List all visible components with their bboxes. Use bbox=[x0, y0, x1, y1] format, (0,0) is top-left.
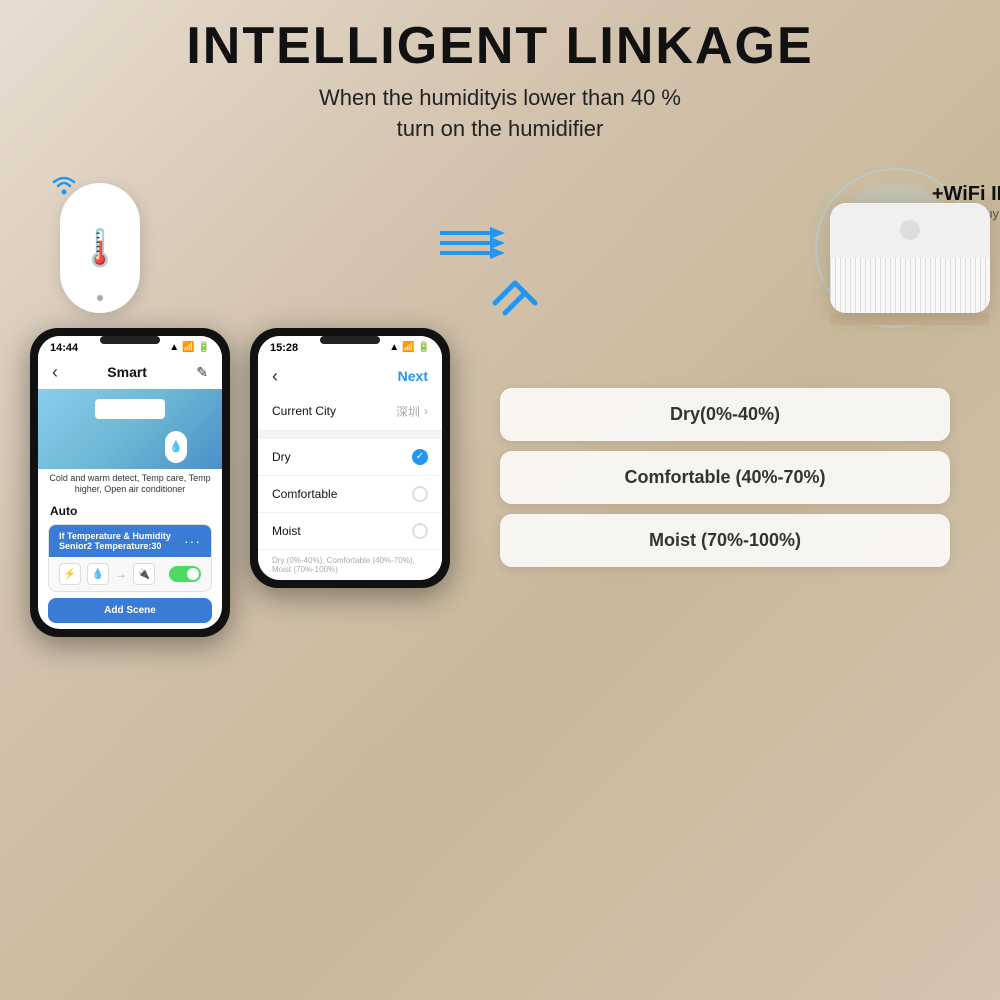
smart-speaker bbox=[830, 203, 990, 313]
phone-2: 15:28 ▲ 📶 🔋 ‹ Next Current City bbox=[250, 328, 450, 588]
phone-2-status-icons: ▲ 📶 🔋 bbox=[389, 342, 430, 353]
current-city-row[interactable]: Current City 深圳 › bbox=[258, 393, 442, 431]
phone-2-time: 15:28 bbox=[270, 342, 298, 354]
toggle-switch[interactable] bbox=[169, 566, 201, 582]
info-card-dry: Dry(0%-40%) bbox=[500, 388, 950, 441]
main-content: INTELLIGENT LINKAGE When the humidityis … bbox=[0, 0, 1000, 1000]
comfortable-option[interactable]: Comfortable bbox=[258, 476, 442, 513]
dry-radio-checked: ✓ bbox=[412, 449, 428, 465]
arrow-connector bbox=[440, 223, 530, 263]
outlet-icon-box: 🔌 bbox=[133, 563, 155, 585]
speaker-top bbox=[830, 203, 990, 258]
smart-speaker-shelf bbox=[830, 203, 990, 325]
comfortable-range-text: Comfortable (40%-70%) bbox=[520, 467, 930, 488]
dry-label: Dry bbox=[272, 450, 291, 464]
current-city-label: Current City bbox=[272, 404, 336, 418]
automation-header: If Temperature & Humidity Senior2 Temper… bbox=[49, 525, 211, 557]
right-info-panel: Dry(0%-40%) Comfortable (40%-70%) Moist … bbox=[470, 328, 970, 567]
dots-menu[interactable]: ··· bbox=[184, 533, 201, 549]
moist-range-text: Moist (70%-100%) bbox=[520, 530, 930, 551]
moist-label: Moist bbox=[272, 524, 301, 538]
phone-2-notch bbox=[320, 336, 380, 344]
header-section: INTELLIGENT LINKAGE When the humidityis … bbox=[0, 0, 1000, 153]
thermometer-icon: 🌡️ bbox=[78, 227, 123, 269]
add-scene-button[interactable]: Add Scene bbox=[48, 598, 212, 623]
phone-1-notch bbox=[100, 336, 160, 344]
phone-2-nav: ‹ Next bbox=[258, 358, 442, 393]
sensor-device: 🌡️ bbox=[60, 183, 140, 313]
phones-section: 14:44 ▲ 📶 🔋 ‹ Smart ✎ 💧 bbox=[0, 313, 1000, 637]
sensor-indicator bbox=[97, 295, 103, 301]
phone-2-back[interactable]: ‹ bbox=[272, 366, 278, 387]
moist-radio bbox=[412, 523, 428, 539]
phone-1-auto-label: Auto bbox=[38, 500, 222, 520]
phone-1-caption: Cold and warm detect, Temp care, Temp hi… bbox=[38, 469, 222, 500]
automation-title: If Temperature & Humidity Senior2 Temper… bbox=[59, 531, 184, 551]
phone-1-edit[interactable]: ✎ bbox=[196, 364, 208, 381]
phone-1-nav: ‹ Smart ✎ bbox=[38, 358, 222, 389]
page-title: INTELLIGENT LINKAGE bbox=[20, 18, 980, 75]
phone-1: 14:44 ▲ 📶 🔋 ‹ Smart ✎ 💧 bbox=[30, 328, 230, 637]
speaker-button bbox=[900, 220, 920, 240]
list-divider bbox=[258, 431, 442, 439]
middle-section: 🌡️ +WiFi IR Remote (please b bbox=[0, 153, 1000, 313]
phone-1-back[interactable]: ‹ bbox=[52, 362, 58, 383]
chevron-right-icon: › bbox=[424, 404, 428, 418]
decorative-arrows bbox=[490, 273, 540, 328]
dry-option[interactable]: Dry ✓ bbox=[258, 439, 442, 476]
humidity-hint: Dry (0%-40%), Comfortable (40%-70%), Moi… bbox=[258, 550, 442, 580]
moist-option[interactable]: Moist bbox=[258, 513, 442, 550]
spacer-top bbox=[500, 348, 950, 378]
subtitle-text: When the humidityis lower than 40 % turn… bbox=[20, 83, 980, 145]
phone-1-time: 14:44 bbox=[50, 342, 78, 354]
automation-body: ⚡ 💧 → 🔌 bbox=[49, 557, 211, 591]
water-icon-box: 💧 bbox=[87, 563, 109, 585]
phone-1-status-icons: ▲ 📶 🔋 bbox=[169, 342, 210, 353]
phone-2-screen: 15:28 ▲ 📶 🔋 ‹ Next Current City bbox=[258, 336, 442, 580]
phone-1-screen: 14:44 ▲ 📶 🔋 ‹ Smart ✎ 💧 bbox=[38, 336, 222, 629]
speaker-grille bbox=[830, 258, 990, 313]
info-card-moist: Moist (70%-100%) bbox=[500, 514, 950, 567]
arrow-connector-icon: → bbox=[115, 567, 127, 581]
ac-unit-icon bbox=[95, 399, 165, 419]
dry-range-text: Dry(0%-40%) bbox=[520, 404, 930, 425]
shelf-surface bbox=[830, 313, 990, 325]
phone-1-ac-image: 💧 bbox=[38, 389, 222, 469]
current-city-value: 深圳 › bbox=[396, 403, 428, 420]
comfortable-label: Comfortable bbox=[272, 487, 337, 501]
info-card-comfortable: Comfortable (40%-70%) bbox=[500, 451, 950, 504]
phone-1-automation-card[interactable]: If Temperature & Humidity Senior2 Temper… bbox=[48, 524, 212, 592]
phone-2-next[interactable]: Next bbox=[398, 368, 428, 384]
bolt-icon-box: ⚡ bbox=[59, 563, 81, 585]
phone-1-title: Smart bbox=[107, 364, 147, 380]
humidity-sensor-mini: 💧 bbox=[165, 431, 187, 463]
sensor-body: 🌡️ bbox=[60, 183, 140, 313]
comfortable-radio bbox=[412, 486, 428, 502]
